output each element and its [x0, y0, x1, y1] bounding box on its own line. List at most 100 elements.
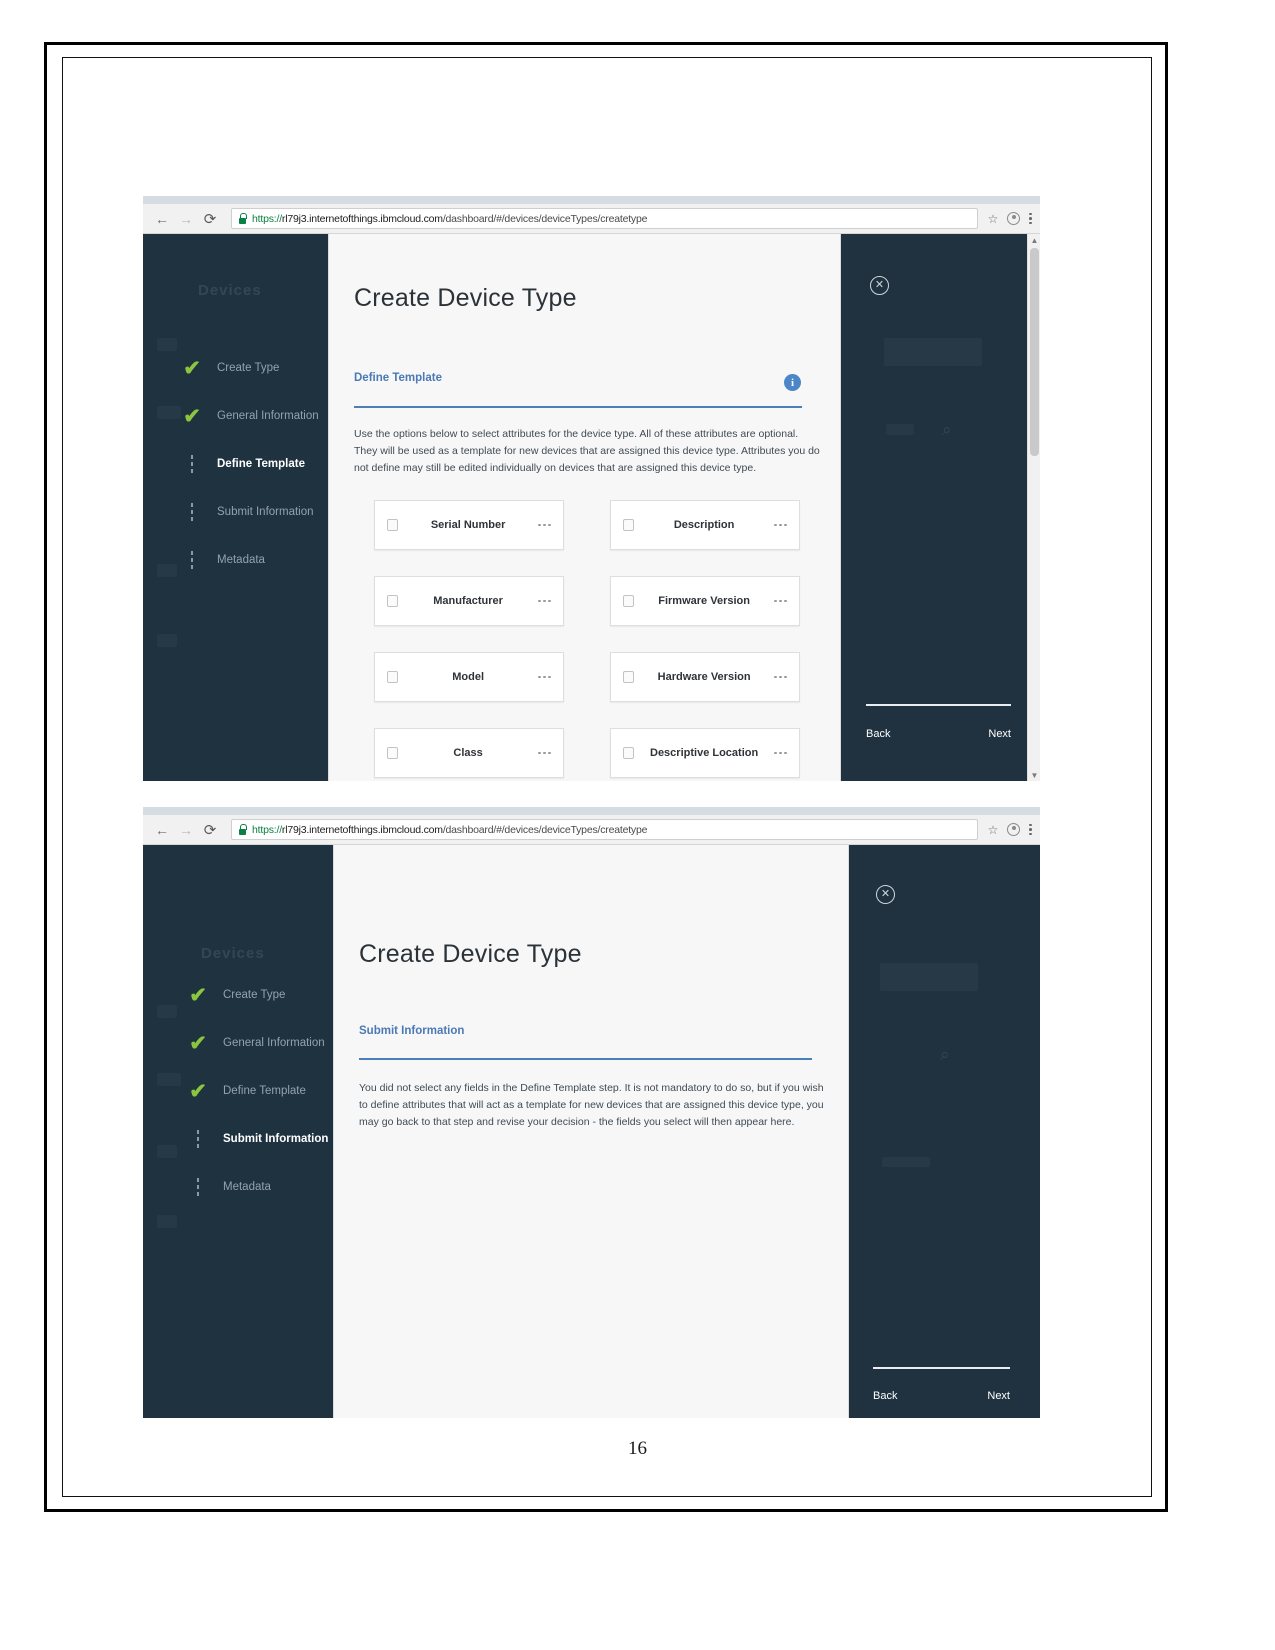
scroll-thumb[interactable] — [1030, 248, 1039, 456]
dots-icon — [179, 455, 205, 473]
reload-icon[interactable]: ⟳ — [199, 208, 221, 230]
attribute-checkbox[interactable] — [623, 595, 634, 607]
wizard-step-create-type[interactable]: ✔ Create Type — [185, 971, 328, 1019]
wizard-step-metadata[interactable]: Metadata — [179, 536, 319, 584]
scroll-down-icon[interactable]: ▼ — [1028, 769, 1040, 781]
bookmark-star-icon[interactable]: ☆ — [988, 212, 999, 226]
ghost-page-title-top: Devices — [198, 282, 262, 299]
attribute-checkbox[interactable] — [623, 671, 634, 683]
url-text: https://rl79j3.internetofthings.ibmcloud… — [252, 824, 647, 836]
ghost-primary-button-bottom — [880, 963, 978, 991]
back-icon[interactable]: ← — [151, 819, 173, 841]
dots-icon — [185, 1130, 211, 1148]
next-button[interactable]: Next — [988, 728, 1011, 740]
profile-avatar-icon[interactable] — [1007, 212, 1021, 225]
wizard-step-label: Submit Information — [223, 1133, 329, 1145]
overflow-menu-icon[interactable] — [774, 599, 787, 603]
check-icon: ✔ — [189, 1031, 207, 1055]
profile-avatar-icon[interactable] — [1007, 823, 1021, 836]
reload-icon[interactable]: ⟳ — [199, 819, 221, 841]
attribute-checkbox[interactable] — [623, 747, 634, 759]
attribute-label: Firmware Version — [658, 595, 750, 607]
section-description: Use the options below to select attribut… — [354, 428, 820, 474]
address-bar[interactable]: https://rl79j3.internetofthings.ibmcloud… — [231, 208, 978, 229]
next-button[interactable]: Next — [987, 1390, 1010, 1402]
ghost-sidebar-item-2 — [157, 406, 181, 419]
wizard-step-label: Metadata — [217, 554, 265, 566]
forward-icon[interactable]: → — [175, 208, 197, 230]
attribute-card-descriptive-location[interactable]: Descriptive Location — [610, 728, 800, 778]
back-button[interactable]: Back — [866, 728, 890, 740]
browser-menu-icon[interactable] — [1029, 823, 1032, 836]
wizard-step-label: General Information — [217, 410, 319, 422]
overflow-menu-icon[interactable] — [774, 675, 787, 679]
lock-icon — [238, 824, 247, 835]
attribute-label: Hardware Version — [657, 671, 751, 683]
overflow-menu-icon[interactable] — [774, 523, 787, 527]
ghost-sidebar-item-1 — [157, 1005, 177, 1018]
page-scrollbar-top[interactable]: ▲ ▼ — [1027, 234, 1040, 781]
page-number: 16 — [628, 1438, 647, 1459]
app-viewport-top: Devices ✔ Create Type ✔ General Informat… — [143, 234, 1040, 781]
close-icon[interactable]: ✕ — [876, 885, 895, 904]
section-label: Submit Information — [359, 1025, 465, 1037]
close-icon[interactable]: ✕ — [870, 276, 889, 295]
attribute-label: Class — [453, 747, 483, 759]
attribute-card-hardware-version[interactable]: Hardware Version — [610, 652, 800, 702]
bookmark-star-icon[interactable]: ☆ — [988, 823, 999, 837]
section-divider — [354, 406, 802, 408]
attribute-card-description[interactable]: Description — [610, 500, 800, 550]
overflow-menu-icon[interactable] — [538, 599, 551, 603]
browser-window-top: ← → ⟳ https://rl79j3.internetofthings.ib… — [143, 196, 1040, 781]
wizard-step-create-type[interactable]: ✔ Create Type — [179, 344, 319, 392]
url-path: /dashboard/#/devices/deviceTypes/createt… — [442, 823, 648, 836]
wizard-step-submit-information[interactable]: Submit Information — [185, 1115, 328, 1163]
check-icon: ✔ — [183, 404, 201, 428]
wizard-step-define-template[interactable]: ✔ Define Template — [185, 1067, 328, 1115]
attribute-card-class[interactable]: Class — [374, 728, 564, 778]
address-bar[interactable]: https://rl79j3.internetofthings.ibmcloud… — [231, 819, 978, 840]
attribute-card-manufacturer[interactable]: Manufacturer — [374, 576, 564, 626]
attribute-checkbox[interactable] — [387, 671, 398, 683]
wizard-step-label: Metadata — [223, 1181, 271, 1193]
section-label: Define Template — [354, 372, 442, 384]
modal-title: Create Device Type — [359, 940, 582, 968]
ghost-sidebar-item-3 — [157, 564, 177, 577]
wizard-step-label: Create Type — [217, 362, 280, 374]
attribute-checkbox[interactable] — [387, 519, 398, 531]
wizard-step-submit-information[interactable]: Submit Information — [179, 488, 319, 536]
wizard-step-metadata[interactable]: Metadata — [185, 1163, 328, 1211]
overflow-menu-icon[interactable] — [538, 675, 551, 679]
attribute-card-model[interactable]: Model — [374, 652, 564, 702]
attribute-card-firmware-version[interactable]: Firmware Version — [610, 576, 800, 626]
wizard-step-general-information[interactable]: ✔ General Information — [179, 392, 319, 440]
check-icon: ✔ — [189, 1079, 207, 1103]
scroll-up-icon[interactable]: ▲ — [1028, 234, 1040, 246]
overflow-menu-icon[interactable] — [538, 523, 551, 527]
wizard-nav-actions: Back Next — [866, 728, 1011, 740]
forward-icon[interactable]: → — [175, 819, 197, 841]
url-host: rl79j3.internetofthings.ibmcloud.com — [281, 212, 443, 225]
overflow-menu-icon[interactable] — [774, 751, 787, 755]
back-button[interactable]: Back — [873, 1390, 897, 1402]
wizard-step-label: General Information — [223, 1037, 325, 1049]
attribute-card-serial-number[interactable]: Serial Number — [374, 500, 564, 550]
info-icon[interactable]: i — [784, 374, 801, 391]
ghost-sidebar-item-3 — [157, 1145, 177, 1158]
back-icon[interactable]: ← — [151, 208, 173, 230]
attribute-checkbox[interactable] — [623, 519, 634, 531]
browser-action-icons-bottom: ☆ — [988, 823, 1032, 837]
wizard-nav-divider — [873, 1367, 1010, 1369]
attribute-label: Descriptive Location — [650, 747, 759, 759]
attribute-checkbox[interactable] — [387, 595, 398, 607]
wizard-step-define-template[interactable]: Define Template — [179, 440, 319, 488]
overflow-menu-icon[interactable] — [538, 751, 551, 755]
attribute-checkbox[interactable] — [387, 747, 398, 759]
ghost-primary-button-top — [884, 338, 982, 366]
wizard-step-general-information[interactable]: ✔ General Information — [185, 1019, 328, 1067]
ghost-sidebar-item-2 — [157, 1073, 181, 1086]
ghost-sidebar-item-1 — [157, 338, 177, 351]
url-scheme: https:// — [252, 212, 282, 225]
browser-window-bottom: ← → ⟳ https://rl79j3.internetofthings.ib… — [143, 807, 1040, 1418]
browser-menu-icon[interactable] — [1029, 212, 1032, 225]
